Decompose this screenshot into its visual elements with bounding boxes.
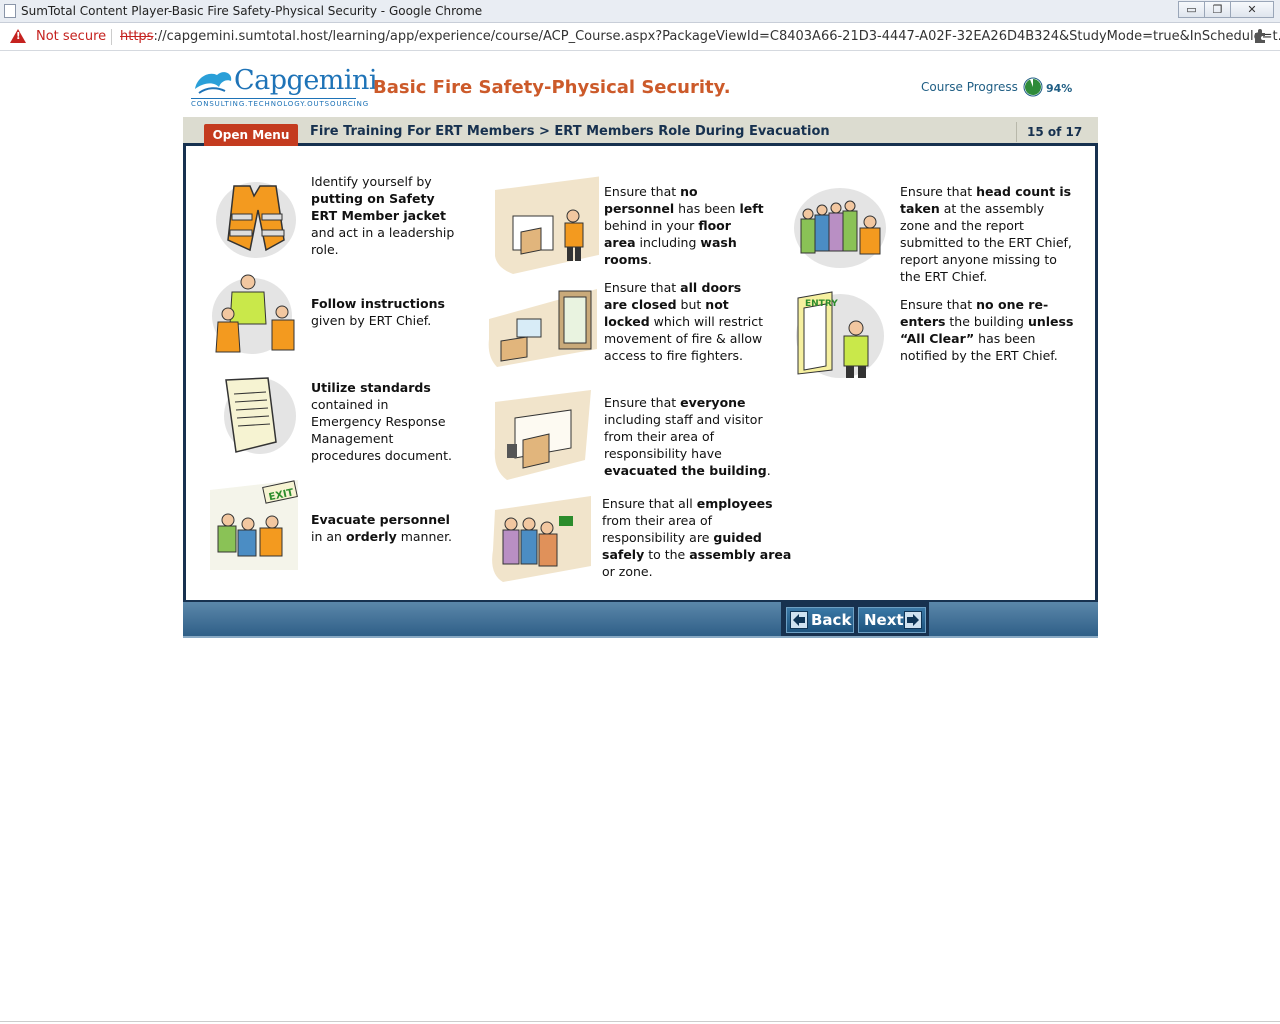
logo-tagline: CONSULTING.TECHNOLOGY.OUTSOURCING xyxy=(191,100,370,108)
list-item: Ensure that no personnel has been left b… xyxy=(487,176,792,274)
back-arrow-icon xyxy=(790,611,808,629)
url-path: ://capgemini.sumtotal.host/learning/app/… xyxy=(153,29,1280,44)
empty-office-icon xyxy=(494,390,591,480)
nav-buttons: Back Next xyxy=(781,602,929,636)
window-bottom-edge xyxy=(0,1021,1280,1022)
list-item: ENTRY Ensure that no one re-enters the b… xyxy=(788,286,1088,382)
list-item: EXIT Evacuate personnel in an orderly ma… xyxy=(206,480,466,576)
list-item: Ensure that everyone including staff and… xyxy=(487,388,792,484)
item-text: Ensure that no one re-enters the buildin… xyxy=(900,297,1074,363)
page-counter: 15 of 17 xyxy=(1016,122,1082,142)
list-item: Ensure that head count is taken at the a… xyxy=(788,180,1088,284)
logo-wordmark: Capgemini xyxy=(234,65,378,96)
course-player: Capgemini CONSULTING.TECHNOLOGY.OUTSOURC… xyxy=(183,51,1098,641)
course-progress-value: 94% xyxy=(1046,82,1073,95)
item-text: Ensure that all employees from their are… xyxy=(602,496,792,579)
progress-pie-icon xyxy=(1023,77,1043,97)
doors-closed-icon xyxy=(488,289,597,367)
spade-logo-icon xyxy=(195,72,232,94)
document-icon xyxy=(224,377,296,454)
next-button[interactable]: Next xyxy=(858,607,926,633)
next-arrow-icon xyxy=(904,611,922,629)
restore-button[interactable]: ❐ xyxy=(1204,1,1231,18)
list-item: Identify yourself by putting on Safety E… xyxy=(206,170,466,266)
item-text: Ensure that all doors are closed but not… xyxy=(604,280,764,363)
ert-chief-icon xyxy=(212,274,295,354)
capgemini-logo: Capgemini CONSULTING.TECHNOLOGY.OUTSOURC… xyxy=(191,65,378,113)
svg-text:ENTRY: ENTRY xyxy=(805,299,838,309)
player-footer: Back Next xyxy=(183,600,1098,638)
page-favicon-icon xyxy=(4,4,16,18)
warning-icon[interactable] xyxy=(10,29,26,43)
item-text: Ensure that head count is taken at the a… xyxy=(900,184,1072,284)
window-titlebar: SumTotal Content Player-Basic Fire Safet… xyxy=(0,0,1280,23)
slide-content: Identify yourself by putting on Safety E… xyxy=(183,146,1098,602)
assembly-guide-icon xyxy=(492,496,591,582)
back-button[interactable]: Back xyxy=(786,607,854,633)
minimize-button[interactable]: ▭ xyxy=(1178,1,1205,18)
exit-sign-icon: EXIT xyxy=(210,480,298,570)
extension-puzzle-icon[interactable] xyxy=(1252,28,1268,44)
safety-jacket-icon xyxy=(216,182,296,258)
security-status[interactable]: Not secure xyxy=(36,29,106,44)
item-text: Utilize standards contained in Emergency… xyxy=(311,380,452,463)
back-label: Back xyxy=(811,611,852,629)
item-text: Follow instructions given by ERT Chief. xyxy=(311,296,445,328)
no-reentry-icon: ENTRY xyxy=(796,291,884,378)
list-item: Ensure that all employees from their are… xyxy=(487,494,792,590)
head-count-icon xyxy=(794,188,886,268)
open-menu-button[interactable]: Open Menu xyxy=(204,124,298,146)
nav-strip: Open Menu Fire Training For ERT Members … xyxy=(183,117,1098,146)
url-scheme: https xyxy=(120,29,154,44)
item-text: Evacuate personnel in an orderly manner. xyxy=(311,512,453,544)
course-title: Basic Fire Safety-Physical Security. xyxy=(373,77,731,98)
item-text: Ensure that no personnel has been left b… xyxy=(604,184,764,267)
next-label: Next xyxy=(864,611,904,629)
close-window-button[interactable]: ✕ xyxy=(1230,1,1274,18)
list-item: Ensure that all doors are closed but not… xyxy=(487,279,792,375)
address-bar[interactable]: Not secure https://capgemini.sumtotal.ho… xyxy=(0,23,1280,51)
window-title: SumTotal Content Player-Basic Fire Safet… xyxy=(21,4,483,18)
item-text: Ensure that everyone including staff and… xyxy=(604,395,771,478)
address-separator xyxy=(111,29,112,45)
breadcrumb: Fire Training For ERT Members > ERT Memb… xyxy=(310,124,830,139)
item-text: Identify yourself by putting on Safety E… xyxy=(311,174,455,257)
floor-check-icon xyxy=(495,176,599,274)
list-item: Utilize standards contained in Emergency… xyxy=(206,368,466,464)
url-text[interactable]: https://capgemini.sumtotal.host/learning… xyxy=(120,29,1280,44)
window-controls: ▭ ❐ ✕ xyxy=(1178,1,1274,19)
list-item: Follow instructions given by ERT Chief. xyxy=(206,268,466,364)
course-progress-label: Course Progress xyxy=(921,80,1018,94)
